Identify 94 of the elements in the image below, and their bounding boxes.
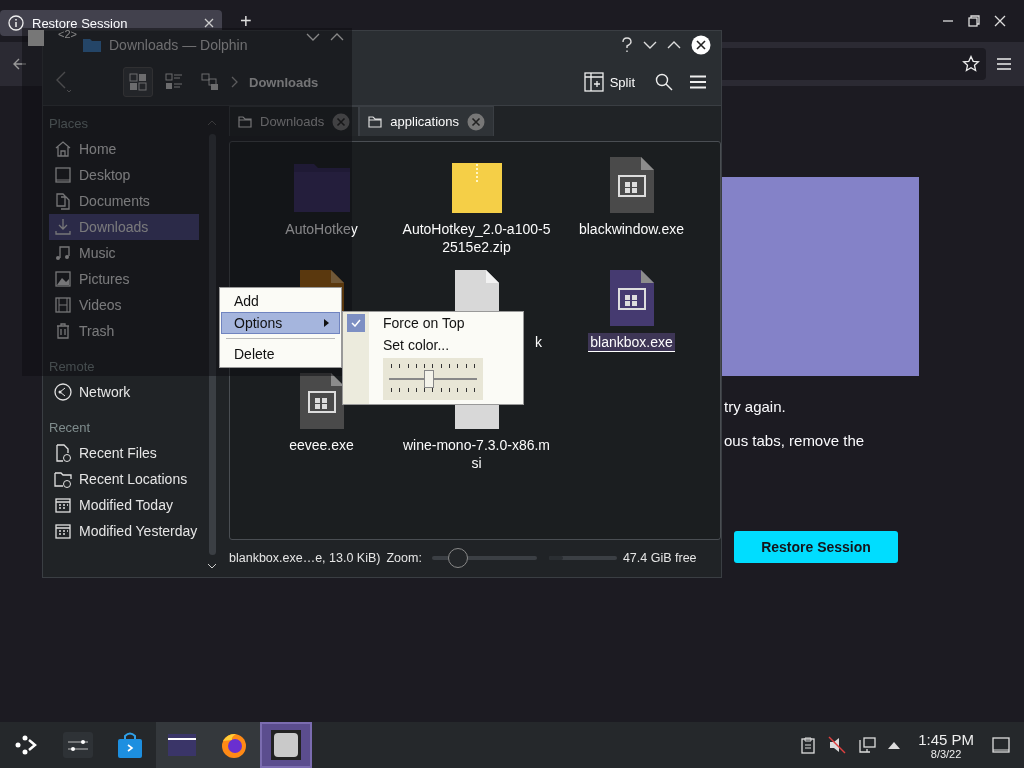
file-name[interactable]: AutoHotkey_2.0-a100-52515e2.zip: [399, 220, 554, 256]
close-icon[interactable]: [994, 15, 1006, 27]
documents-icon: [53, 191, 73, 211]
muted-speaker-icon[interactable]: [828, 736, 847, 754]
menu-icon[interactable]: [689, 75, 707, 89]
taskbar-app[interactable]: [260, 722, 312, 768]
sidebar-item[interactable]: Music: [49, 240, 199, 266]
sidebar-item[interactable]: Recent Files: [49, 440, 199, 466]
folder-icon: [368, 115, 383, 128]
restore-session-button[interactable]: Restore Session: [734, 531, 898, 563]
sidebar-item[interactable]: Modified Yesterday: [49, 518, 199, 544]
zoom-label: Zoom:: [386, 551, 422, 565]
tab-title: Restore Session: [32, 15, 129, 31]
page-text: ous tabs, remove the: [724, 432, 865, 449]
shopping-bag-icon: [117, 731, 143, 759]
slider-handle[interactable]: [423, 370, 434, 388]
file-name[interactable]: blankbox.exe: [588, 333, 675, 352]
recent-folder-icon: [53, 469, 73, 489]
sidebar-item[interactable]: Trash: [49, 318, 199, 344]
sidebar-item[interactable]: Recent Locations: [49, 466, 199, 492]
menu-item[interactable]: Options: [221, 312, 340, 334]
monitor-icon: [53, 165, 73, 185]
music-note-icon: [53, 243, 73, 263]
window-icon: [28, 30, 44, 46]
submenu-arrow-icon: [324, 319, 329, 327]
menu-icon[interactable]: [996, 57, 1012, 71]
view-mode-button[interactable]: [123, 67, 153, 97]
home-icon: [53, 139, 73, 159]
picture-icon: [53, 269, 73, 289]
sidebar-item[interactable]: Documents: [49, 188, 199, 214]
close-icon[interactable]: [691, 35, 711, 55]
folder-icon: [238, 115, 252, 128]
sliders-icon: [63, 732, 93, 758]
sidebar-item[interactable]: Pictures: [49, 266, 199, 292]
calendar-icon: [53, 521, 73, 541]
window-title: Downloads — Dolphin: [109, 37, 249, 53]
sidebar-item[interactable]: Home: [49, 136, 199, 162]
restore-icon[interactable]: [968, 15, 980, 27]
split-button[interactable]: Split: [579, 70, 639, 94]
menu-item[interactable]: Add: [221, 290, 340, 312]
slider-handle[interactable]: [448, 548, 469, 568]
star-icon[interactable]: [962, 55, 980, 73]
zoom-slider[interactable]: [431, 548, 537, 568]
close-icon[interactable]: [204, 18, 214, 28]
clock[interactable]: 1:45 PM 8/3/22: [918, 730, 974, 760]
sidebar-item[interactable]: Desktop: [49, 162, 199, 188]
calendar-icon: [53, 495, 73, 515]
window-thumbnail-icon: [270, 729, 302, 761]
expand-arrow-icon[interactable]: [888, 741, 901, 749]
back-arrow-icon[interactable]: [12, 56, 28, 72]
file-name[interactable]: k: [533, 333, 544, 351]
checkmark-icon: [351, 319, 361, 327]
breadcrumb-item[interactable]: Downloads: [249, 74, 319, 90]
file-name[interactable]: wine-mono-7.3.0-x86.msi: [399, 436, 554, 472]
network-icon: [53, 382, 73, 402]
info-icon: [8, 15, 24, 31]
network-icon[interactable]: [858, 736, 877, 754]
menu-item[interactable]: Set color...: [369, 334, 450, 356]
chevron-right-icon: [231, 76, 239, 88]
free-space-text: 47.4 GiB free: [622, 551, 697, 565]
menu-item[interactable]: Delete: [221, 343, 340, 365]
grid-icon: [129, 73, 147, 91]
recent-file-icon: [53, 443, 73, 463]
chevron-down-icon[interactable]: [306, 32, 320, 42]
tree-icon: [201, 73, 219, 91]
fox-globe-icon: [220, 731, 248, 759]
page-text: try again.: [724, 398, 786, 415]
folder-tab[interactable]: applications: [359, 106, 494, 136]
file-name[interactable]: AutoHotkey: [283, 220, 360, 238]
scrollbar[interactable]: [208, 134, 216, 555]
split-view-icon: [583, 72, 604, 92]
folder-icon: [167, 733, 197, 757]
section-header: Recent: [49, 418, 92, 437]
launcher-icon: [14, 733, 38, 757]
sidebar-item[interactable]: Videos: [49, 292, 199, 318]
download-icon: [53, 217, 73, 237]
file-name[interactable]: blackwindow.exe: [576, 220, 687, 238]
film-icon: [53, 295, 73, 315]
status-text: blankbox.exe…e, 13.0 KiB): [229, 551, 381, 565]
help-icon[interactable]: [621, 37, 633, 53]
show-desktop-icon[interactable]: [992, 737, 1010, 753]
file-name[interactable]: eevee.exe: [287, 436, 356, 454]
search-icon[interactable]: [655, 73, 673, 91]
color-slider[interactable]: [383, 358, 483, 400]
folder-icon: [83, 38, 101, 52]
list-icon: [165, 73, 183, 91]
checkbox[interactable]: [347, 314, 365, 332]
chevron-up-icon[interactable]: [330, 32, 344, 42]
taskbar-app[interactable]: [156, 722, 208, 768]
scroll-down-icon[interactable]: [207, 563, 217, 569]
clipboard-icon[interactable]: [800, 736, 817, 754]
sidebar-item[interactable]: Network: [49, 379, 199, 405]
menu-item[interactable]: Force on Top: [369, 312, 465, 334]
sidebar-item[interactable]: Modified Today: [49, 492, 199, 518]
